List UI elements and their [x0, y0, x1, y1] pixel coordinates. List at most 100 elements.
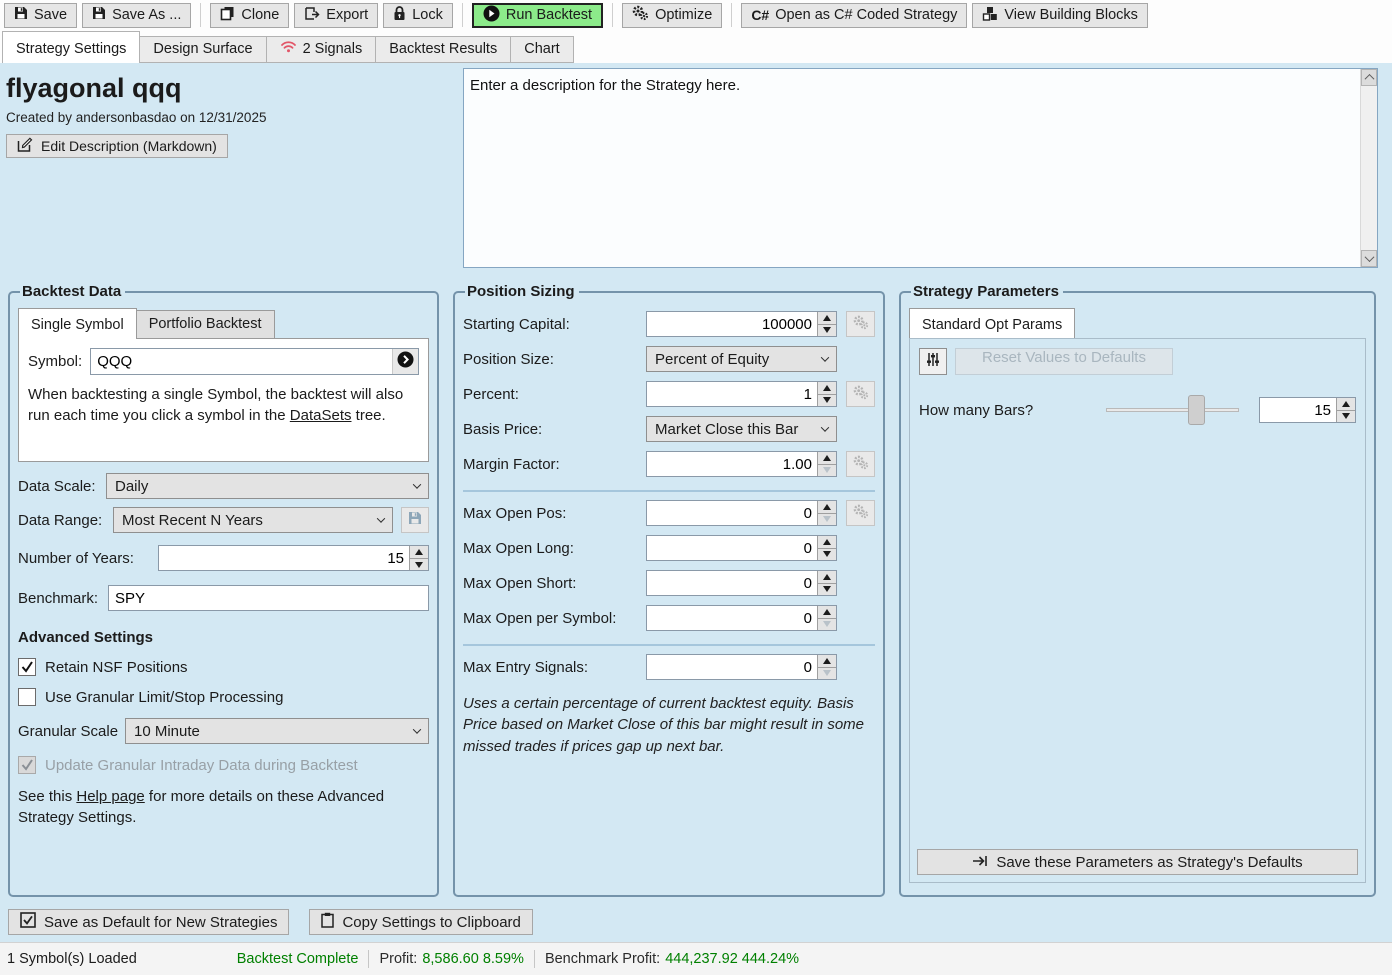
spin-up-button[interactable]	[818, 536, 836, 549]
tab-design-surface[interactable]: Design Surface	[140, 36, 266, 63]
tab-strategy-settings[interactable]: Strategy Settings	[2, 31, 140, 63]
scroll-down-button[interactable]	[1361, 250, 1377, 267]
margin-factor-input[interactable]	[647, 452, 817, 476]
param-row-bars: How many Bars?	[919, 395, 1356, 425]
spin-down-button[interactable]	[818, 668, 836, 680]
basis-price-value: Market Close this Bar	[655, 421, 798, 438]
spin-up-button[interactable]	[818, 452, 836, 465]
tab-single-symbol-label: Single Symbol	[31, 317, 124, 333]
update-granular-checkbox[interactable]	[18, 756, 36, 774]
status-bar: 1 Symbol(s) Loaded Backtest Complete Pro…	[0, 942, 1392, 975]
spin-up-button[interactable]	[818, 382, 836, 395]
save-as-default-button[interactable]: Save as Default for New Strategies	[8, 909, 289, 935]
spin-down-button[interactable]	[818, 549, 836, 561]
spin-down-button[interactable]	[410, 559, 428, 571]
spin-down-button[interactable]	[818, 325, 836, 337]
clone-button[interactable]: Clone	[210, 3, 289, 28]
max-open-short-input[interactable]	[647, 571, 817, 595]
max-open-short-stepper	[646, 570, 837, 596]
spin-down-button[interactable]	[818, 465, 836, 477]
tab-chart[interactable]: Chart	[511, 36, 573, 63]
tab-standard-opt-params[interactable]: Standard Opt Params	[909, 308, 1075, 339]
max-open-pos-input[interactable]	[647, 501, 817, 525]
spin-down-button[interactable]	[818, 584, 836, 596]
max-open-per-symbol-input[interactable]	[647, 606, 817, 630]
max-open-pos-settings-button[interactable]	[846, 500, 875, 526]
gears-icon	[632, 5, 649, 25]
number-of-years-input[interactable]	[159, 546, 409, 570]
tab-single-symbol[interactable]: Single Symbol	[18, 308, 137, 339]
retain-nsf-checkbox[interactable]	[18, 658, 36, 676]
run-backtest-button[interactable]: Run Backtest	[472, 3, 603, 28]
save-parameters-defaults-label: Save these Parameters as Strategy's Defa…	[996, 854, 1302, 871]
save-data-range-button[interactable]	[401, 507, 429, 533]
margin-factor-settings-button[interactable]	[846, 451, 875, 477]
starting-capital-input[interactable]	[647, 312, 817, 336]
spin-down-button[interactable]	[818, 514, 836, 526]
scroll-up-button[interactable]	[1361, 69, 1377, 86]
save-parameters-defaults-button[interactable]: Save these Parameters as Strategy's Defa…	[917, 849, 1358, 875]
save-as-button[interactable]: Save As ...	[82, 3, 191, 28]
data-scale-dropdown[interactable]: Daily	[106, 473, 429, 499]
benchmark-input[interactable]	[108, 585, 429, 611]
param-bars-slider[interactable]	[1106, 395, 1239, 425]
symbol-go-button[interactable]	[392, 349, 418, 374]
spin-down-button[interactable]	[818, 395, 836, 407]
save-as-button-label: Save As ...	[112, 7, 181, 23]
max-open-long-input[interactable]	[647, 536, 817, 560]
use-granular-label: Use Granular Limit/Stop Processing	[45, 689, 283, 706]
tab-signals[interactable]: 2 Signals	[267, 36, 377, 63]
use-granular-checkbox[interactable]	[18, 688, 36, 706]
spin-down-button[interactable]	[1337, 411, 1355, 423]
benchmark-profit-status: Benchmark Profit:444,237.92 444.24%	[545, 951, 799, 967]
reset-values-button[interactable]: Reset Values to Defaults	[955, 348, 1173, 375]
description-scrollbar[interactable]	[1360, 69, 1377, 267]
update-granular-label: Update Granular Intraday Data during Bac…	[45, 757, 358, 774]
checked-box-icon	[20, 912, 36, 932]
tab-backtest-results[interactable]: Backtest Results	[376, 36, 511, 63]
triangle-up-icon	[415, 549, 423, 555]
param-bars-input[interactable]	[1260, 398, 1336, 422]
max-entry-signals-input[interactable]	[647, 655, 817, 679]
save-button[interactable]: Save	[4, 3, 77, 28]
parameter-sliders-button[interactable]	[919, 348, 947, 375]
data-range-dropdown[interactable]: Most Recent N Years	[113, 507, 393, 533]
lock-button[interactable]: Lock	[383, 3, 453, 28]
spin-up-button[interactable]	[818, 655, 836, 668]
tab-portfolio-backtest[interactable]: Portfolio Backtest	[137, 310, 275, 339]
play-icon	[483, 5, 500, 26]
granular-scale-dropdown[interactable]: 10 Minute	[125, 718, 429, 744]
position-sizing-legend: Position Sizing	[465, 283, 579, 300]
spin-up-button[interactable]	[818, 312, 836, 325]
spin-up-button[interactable]	[1337, 398, 1355, 411]
datasets-link[interactable]: DataSets	[290, 407, 352, 424]
optimize-button[interactable]: Optimize	[622, 3, 722, 28]
spin-up-button[interactable]	[818, 606, 836, 619]
help-page-link[interactable]: Help page	[76, 788, 144, 805]
spin-up-button[interactable]	[410, 546, 428, 559]
percent-input[interactable]	[647, 382, 817, 406]
spin-up-button[interactable]	[818, 501, 836, 514]
spin-up-button[interactable]	[818, 571, 836, 584]
symbol-input[interactable]	[91, 353, 392, 370]
copy-settings-button[interactable]: Copy Settings to Clipboard	[309, 909, 532, 935]
view-building-blocks-button[interactable]: View Building Blocks	[972, 3, 1148, 28]
csharp-icon: C#	[751, 7, 769, 23]
position-size-dropdown[interactable]: Percent of Equity	[646, 346, 837, 372]
status-separator	[534, 950, 535, 968]
export-button[interactable]: Export	[294, 3, 378, 28]
basis-price-dropdown[interactable]: Market Close this Bar	[646, 416, 837, 442]
margin-factor-stepper	[646, 451, 837, 477]
open-csharp-button[interactable]: C# Open as C# Coded Strategy	[741, 3, 967, 28]
edit-description-button[interactable]: Edit Description (Markdown)	[6, 134, 228, 158]
building-blocks-icon	[982, 6, 998, 25]
use-granular-row: Use Granular Limit/Stop Processing	[18, 688, 429, 706]
gear-icon	[853, 385, 869, 404]
spin-down-button[interactable]	[818, 619, 836, 631]
strategy-settings-page: flyagonal qqq Created by andersonbasdao …	[0, 63, 1392, 941]
percent-settings-button[interactable]	[846, 381, 875, 407]
slider-thumb[interactable]	[1188, 395, 1205, 425]
description-textarea[interactable]: Enter a description for the Strategy her…	[464, 69, 1360, 267]
starting-capital-settings-button[interactable]	[846, 311, 875, 337]
separator	[463, 490, 875, 492]
